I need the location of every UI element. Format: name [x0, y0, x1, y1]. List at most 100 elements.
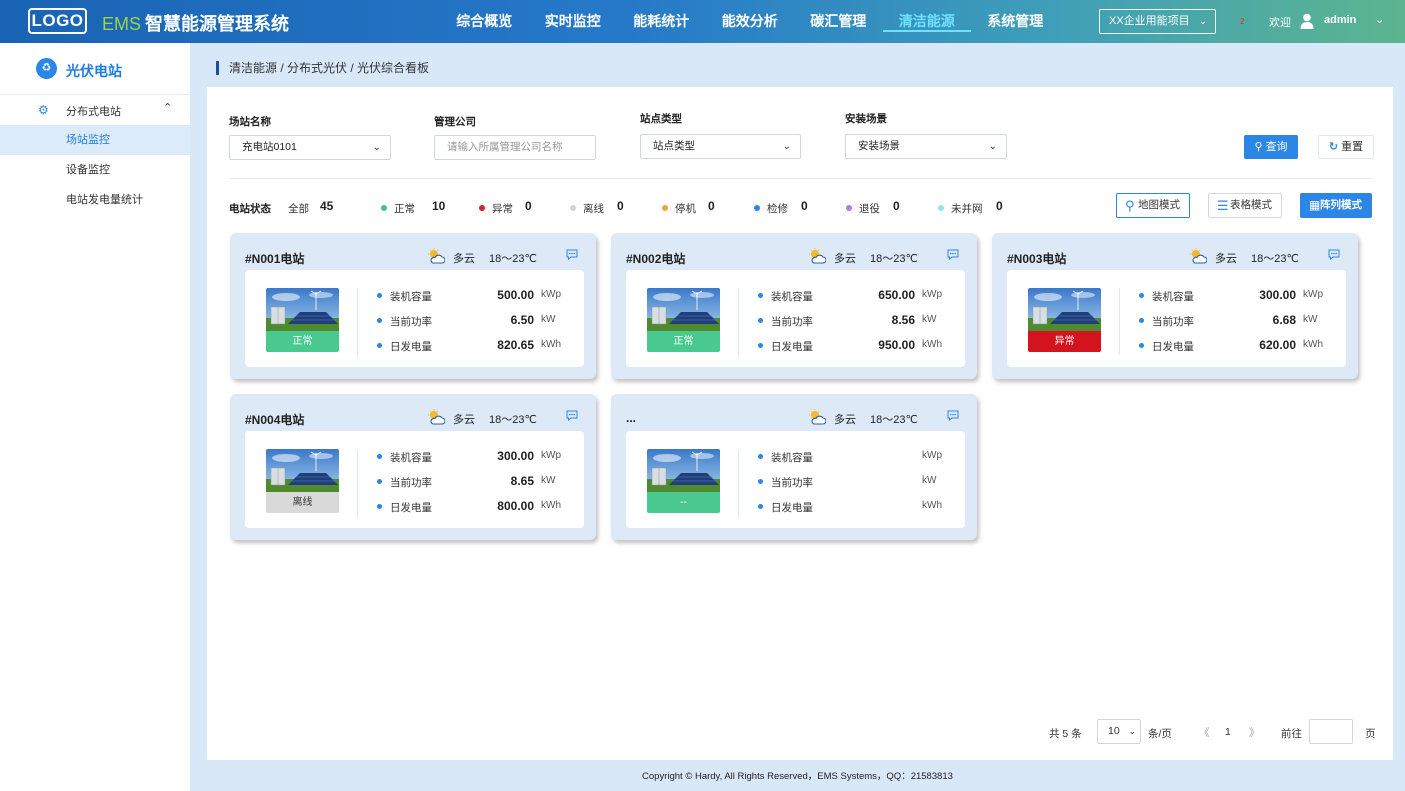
- station-name-value: 充电站0101: [242, 141, 297, 153]
- status-label: 正常: [394, 203, 415, 215]
- query-button[interactable]: ⚲ 查询: [1244, 135, 1298, 159]
- refresh-icon: ↻: [1328, 141, 1339, 153]
- station-card[interactable]: #N004电站 多云 18～23℃ 离线 装机容量 300.00 kWp 当前功率 8.65 kW…: [230, 394, 596, 540]
- metric-power: 当前功率 kW: [758, 474, 948, 490]
- status-label: 停机: [675, 203, 696, 215]
- goto-page-input[interactable]: [1309, 719, 1353, 744]
- metric-unit: kWp: [922, 289, 942, 300]
- metric-label: 装机容量: [1152, 291, 1194, 303]
- message-icon[interactable]: [566, 249, 578, 260]
- nav-efficiency[interactable]: 能效分析: [706, 0, 795, 43]
- notification-badge[interactable]: 2: [1240, 17, 1244, 26]
- station-card-body: 正常 装机容量 650.00 kWp 当前功率 8.56 kW 日发电量 950.00 kWh: [626, 270, 965, 367]
- metric-unit: kW: [922, 475, 937, 486]
- status-filter-abnormal[interactable]: 异常 0: [479, 199, 532, 216]
- sidebar-item-station-monitor[interactable]: 场站监控: [0, 125, 190, 155]
- page-label: 页: [1365, 728, 1376, 740]
- page-size-value: 10: [1108, 725, 1120, 737]
- chevron-down-icon: ⌄: [1198, 16, 1207, 27]
- bullet-icon: [758, 318, 763, 323]
- divider: [738, 449, 739, 516]
- nav-energy-stats[interactable]: 能耗统计: [617, 0, 706, 43]
- station-name-label: 场站名称: [229, 116, 271, 128]
- message-icon[interactable]: [1328, 249, 1340, 260]
- divider: [738, 288, 739, 355]
- status-filter-maintenance[interactable]: 检修 0: [754, 199, 808, 216]
- status-filter-normal[interactable]: 正常 10: [381, 199, 445, 216]
- sidebar-group-distributed[interactable]: ⚙ 分布式电站 ⌃: [0, 95, 190, 125]
- username[interactable]: admin: [1324, 14, 1356, 26]
- user-icon[interactable]: [1300, 13, 1314, 29]
- status-badge: 正常: [647, 331, 720, 352]
- nav-system[interactable]: 系统管理: [971, 0, 1060, 43]
- company-label: 管理公司: [434, 116, 476, 128]
- page-size-select[interactable]: 10 ⌄: [1097, 719, 1141, 744]
- status-badge: --: [647, 492, 720, 513]
- metric-value: 950.00: [878, 338, 915, 352]
- content-panel: 场站名称 充电站0101 ⌄ 管理公司 请输入所属管理公司名称 站点类型 站点类型…: [207, 87, 1393, 760]
- status-filter-retired[interactable]: 退役 0: [846, 199, 900, 216]
- metric-unit: kWh: [922, 500, 942, 511]
- status-count: 0: [617, 199, 624, 213]
- company-input[interactable]: 请输入所属管理公司名称: [434, 135, 596, 160]
- station-card[interactable]: #N001电站 多云 18～23℃ 正常 装机容量 500.00 kWp 当前功率 6.50 kW…: [230, 233, 596, 379]
- status-filter-not-connected[interactable]: 未并网 0: [938, 199, 1003, 216]
- message-icon[interactable]: [947, 410, 959, 421]
- metric-unit: kWp: [541, 450, 561, 461]
- nav-realtime[interactable]: 实时监控: [529, 0, 618, 43]
- station-card-body: 异常 装机容量 300.00 kWp 当前功率 6.68 kW 日发电量 620.00 kWh: [1007, 270, 1346, 367]
- scene-select[interactable]: 安装场景 ⌄: [845, 134, 1007, 159]
- type-select[interactable]: 站点类型 ⌄: [640, 134, 801, 159]
- sidebar-item-generation-stats[interactable]: 电站发电量统计: [0, 185, 190, 215]
- status-filter-stopped[interactable]: 停机 0: [662, 199, 715, 216]
- divider: [357, 449, 358, 516]
- metric-label: 当前功率: [771, 477, 813, 489]
- metric-unit: kWp: [1303, 289, 1323, 300]
- query-label: 查询: [1265, 141, 1288, 153]
- grid-mode-button[interactable]: ▦ 阵列模式: [1300, 193, 1372, 218]
- page-number[interactable]: 1: [1225, 726, 1231, 738]
- status-label: 退役: [859, 203, 880, 215]
- next-page-button[interactable]: 》: [1249, 725, 1260, 740]
- metric-capacity: 装机容量 500.00 kWp: [377, 288, 567, 304]
- map-mode-button[interactable]: ⚲ 地图模式: [1116, 193, 1190, 218]
- solar-station-photo: [266, 288, 339, 331]
- status-dot-icon: [479, 205, 485, 211]
- per-page-label: 条/页: [1148, 728, 1172, 740]
- status-count: 0: [996, 199, 1003, 213]
- chevron-down-icon[interactable]: ⌄: [1375, 13, 1384, 26]
- station-name-select[interactable]: 充电站0101 ⌄: [229, 135, 391, 160]
- welcome-text: 欢迎: [1269, 17, 1291, 29]
- table-mode-button[interactable]: ☰ 表格模式: [1208, 193, 1282, 218]
- station-card[interactable]: #N002电站 多云 18～23℃ 正常 装机容量 650.00 kWp 当前功率 8.56 kW…: [611, 233, 977, 379]
- weather-text: 多云: [834, 414, 856, 426]
- bullet-icon: [377, 479, 382, 484]
- project-select[interactable]: XX企业用能项目 ⌄: [1099, 9, 1216, 34]
- nav-clean-energy[interactable]: 清洁能源: [882, 0, 972, 43]
- chevron-up-icon: ⌃: [163, 102, 173, 114]
- message-icon[interactable]: [566, 410, 578, 421]
- scene-label: 安装场景: [845, 113, 887, 125]
- status-dot-icon: [662, 205, 668, 211]
- nav-overview[interactable]: 综合概览: [440, 0, 529, 43]
- station-card[interactable]: #N003电站 多云 18～23℃ 异常 装机容量 300.00 kWp 当前功率 6.68 kW…: [992, 233, 1358, 379]
- metric-value: 500.00: [497, 288, 534, 302]
- status-filter-offline[interactable]: 离线 0: [570, 199, 624, 216]
- metric-power: 当前功率 8.56 kW: [758, 313, 948, 329]
- status-dot-icon: [381, 205, 387, 211]
- station-name: #N003电站: [1007, 252, 1067, 266]
- reset-button[interactable]: ↻ 重置: [1318, 135, 1374, 159]
- status-label: 离线: [583, 203, 604, 215]
- nav-carbon[interactable]: 碳汇管理: [794, 0, 883, 43]
- station-card[interactable]: ... 多云 18～23℃ -- 装机容量 kWp 当前功率 kW 日发电量 kWh: [611, 394, 977, 540]
- solar-station-icon: ⚙: [38, 103, 49, 117]
- metric-power: 当前功率 8.65 kW: [377, 474, 567, 490]
- metric-label: 当前功率: [1152, 316, 1194, 328]
- prev-page-button[interactable]: 《: [1199, 725, 1210, 740]
- bullet-icon: [1139, 343, 1144, 348]
- bullet-icon: [758, 293, 763, 298]
- status-label: 未并网: [951, 203, 983, 215]
- sidebar-item-device-monitor[interactable]: 设备监控: [0, 155, 190, 185]
- message-icon[interactable]: [947, 249, 959, 260]
- status-all-label[interactable]: 全部: [288, 201, 309, 216]
